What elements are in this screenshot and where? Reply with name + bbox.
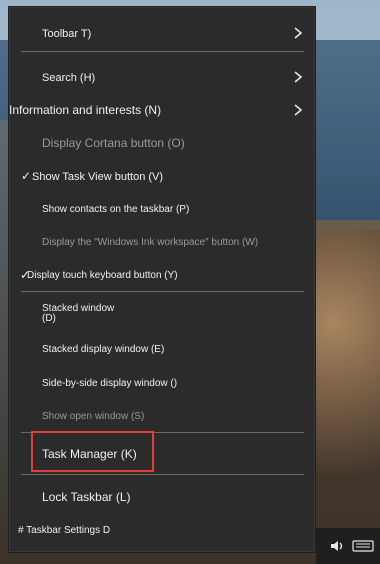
menu-label-line2: (D): [42, 313, 56, 324]
menu-item-show-contacts[interactable]: Show contacts on the taskbar (P): [9, 195, 315, 225]
menu-label: Show contacts on the taskbar (P): [42, 204, 190, 215]
menu-item-toolbar[interactable]: Toolbar T): [9, 19, 315, 49]
keyboard-icon[interactable]: [352, 537, 374, 555]
menu-item-stacked-window[interactable]: Stacked window (D): [9, 299, 315, 329]
menu-label: Information and interests (N): [9, 103, 162, 117]
menu-item-windows-ink-workspace-button[interactable]: Display the "Windows Ink workspace" butt…: [9, 228, 315, 258]
chevron-right-icon: [291, 70, 305, 84]
menu-item-lock-taskbar[interactable]: Lock Taskbar (L): [9, 482, 315, 512]
chevron-right-icon: [291, 103, 305, 117]
menu-separator: [21, 291, 304, 292]
menu-item-show-open-window[interactable]: Show open window (S): [9, 402, 315, 432]
menu-item-side-by-side-display-window[interactable]: Side-by-side display window (): [9, 369, 315, 399]
menu-item-display-touch-keyboard-button[interactable]: ✓ Display touch keyboard button (Y): [9, 261, 315, 291]
menu-label: Show open window (S): [42, 411, 145, 422]
taskbar-context-menu: Toolbar T) Search (H) Information and in…: [8, 6, 316, 553]
menu-item-information-and-interests[interactable]: Information and interests (N): [9, 96, 315, 126]
taskbar-tray: [316, 528, 380, 564]
checkmark-icon: ✓: [21, 169, 32, 183]
menu-label: Toolbar T): [42, 28, 92, 40]
chevron-right-icon: [291, 26, 305, 40]
menu-separator: [21, 51, 304, 52]
menu-item-stacked-display-window[interactable]: Stacked display window (E): [9, 335, 315, 365]
speaker-icon[interactable]: [328, 537, 346, 555]
menu-label: Search (H): [42, 72, 96, 84]
menu-item-search[interactable]: Search (H): [9, 63, 315, 93]
menu-item-display-cortana-button[interactable]: Display Cortana button (O): [9, 128, 315, 158]
menu-label: Show Task View button (V): [32, 171, 164, 183]
menu-label: Stacked display window (E): [42, 344, 165, 355]
highlight-box: [31, 431, 154, 472]
menu-label: # Taskbar Settings D: [18, 525, 111, 536]
menu-label: Side-by-side display window (): [42, 378, 178, 389]
menu-item-taskbar-settings[interactable]: # Taskbar Settings D: [9, 516, 315, 546]
menu-separator: [21, 474, 304, 475]
brush-right: [310, 230, 380, 540]
menu-label: Display the "Windows Ink workspace" butt…: [42, 237, 259, 248]
menu-item-show-task-view-button[interactable]: ✓ Show Task View button (V): [9, 162, 315, 192]
menu-label: Display touch keyboard button (Y): [27, 270, 178, 281]
menu-label: Lock Taskbar (L): [42, 490, 131, 504]
menu-label: Display Cortana button (O): [42, 136, 185, 150]
